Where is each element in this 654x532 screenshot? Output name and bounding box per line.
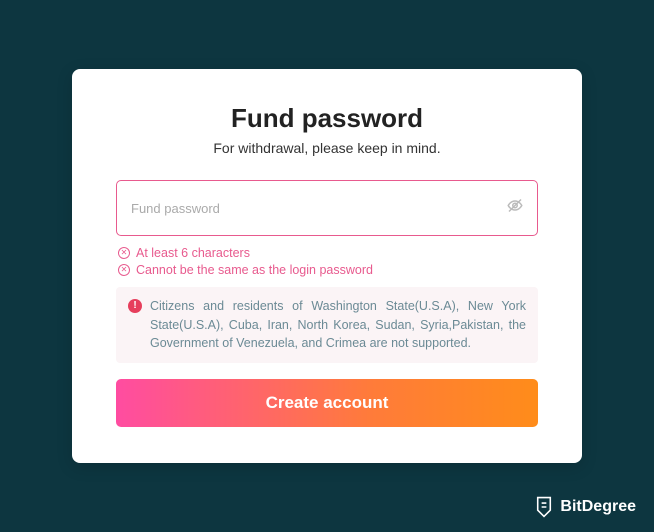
validation-text: Cannot be the same as the login password (136, 263, 373, 277)
brand-name: BitDegree (560, 498, 636, 516)
password-input-wrap (116, 180, 538, 236)
warning-text: Citizens and residents of Washington Sta… (150, 297, 526, 353)
page-subtitle: For withdrawal, please keep in mind. (116, 140, 538, 156)
validation-rule: ✕ Cannot be the same as the login passwo… (116, 263, 538, 277)
create-account-button[interactable]: Create account (116, 379, 538, 427)
validation-list: ✕ At least 6 characters ✕ Cannot be the … (116, 246, 538, 277)
page-title: Fund password (116, 103, 538, 134)
validation-text: At least 6 characters (136, 246, 250, 260)
x-icon: ✕ (118, 247, 130, 259)
brand-logo-icon (534, 496, 554, 518)
restriction-warning: ! Citizens and residents of Washington S… (116, 287, 538, 363)
fund-password-input[interactable] (116, 180, 538, 236)
x-icon: ✕ (118, 264, 130, 276)
toggle-visibility-icon[interactable] (506, 196, 524, 219)
fund-password-card: Fund password For withdrawal, please kee… (72, 69, 582, 463)
brand-badge: BitDegree (534, 496, 636, 518)
validation-rule: ✕ At least 6 characters (116, 246, 538, 260)
warning-icon: ! (128, 299, 142, 313)
